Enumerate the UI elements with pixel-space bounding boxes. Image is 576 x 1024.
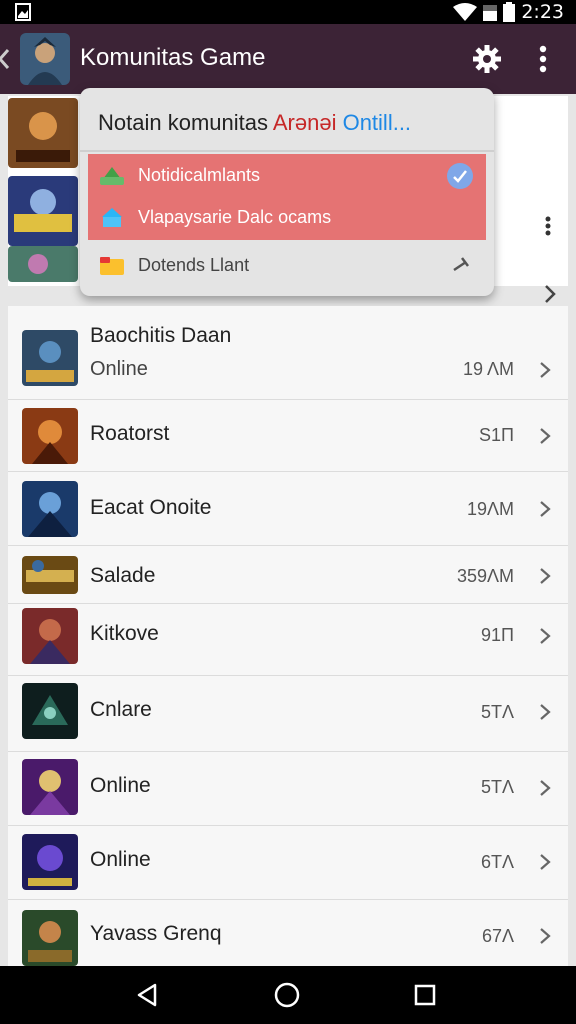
list-item[interactable]: Online 5TΛ	[8, 752, 568, 826]
game-meta: 359ΛM	[456, 566, 514, 586]
game-thumbnail	[22, 330, 78, 386]
popup-title-text: Notain komunitas	[98, 110, 273, 135]
app-logo	[20, 33, 70, 85]
chevron-right-icon	[540, 854, 551, 870]
list-item[interactable]: Baochitis Daan Online 19 ΛM	[8, 306, 568, 400]
gallery-notification-icon	[15, 3, 31, 21]
game-thumbnail	[22, 608, 78, 664]
game-thumbnail	[22, 910, 78, 966]
more-vertical-icon	[539, 45, 547, 73]
game-thumbnail	[22, 834, 78, 890]
chevron-right-icon	[540, 501, 551, 517]
community-notification-popup: Notain komunitas Arənəi Ontill... Notidi…	[80, 88, 494, 296]
app-title: Komunitas Game	[80, 44, 266, 71]
game-meta: 6TΛ	[480, 852, 514, 872]
signal-icon	[483, 5, 498, 21]
game-title: Salade	[90, 564, 156, 587]
list-item[interactable]: Roatorst S1Π	[8, 400, 568, 472]
system-nav-bar	[0, 966, 576, 1024]
check-badge-icon	[447, 163, 473, 189]
game-title: Roatorst	[90, 422, 170, 445]
green-bell-icon	[100, 167, 124, 185]
game-thumbnail	[22, 556, 78, 594]
chevron-right-icon	[540, 780, 551, 796]
back-chevron-icon[interactable]	[0, 48, 10, 70]
game-title: Cnlare	[90, 698, 152, 721]
status-time: 2:23	[521, 1, 564, 23]
overflow-menu-button[interactable]	[526, 42, 560, 76]
chevron-right-icon	[540, 704, 551, 720]
pin-icon	[453, 257, 469, 272]
game-list: Baochitis Daan Online 19 ΛM Roatorst S1Π…	[8, 306, 568, 966]
gear-icon	[473, 45, 501, 73]
game-title: Baochitis Daan	[90, 324, 232, 347]
popup-title-highlight-blue: Ontill...	[336, 110, 412, 135]
game-thumbnail	[22, 683, 78, 739]
chevron-right-icon	[540, 628, 551, 644]
game-thumbnail	[22, 481, 78, 537]
chevron-right-icon[interactable]	[540, 282, 560, 306]
popup-title: Notain komunitas Arənəi Ontill...	[98, 110, 411, 136]
recents-square-icon	[414, 984, 436, 1006]
game-status: Online	[90, 358, 148, 380]
wifi-icon	[453, 3, 478, 21]
game-meta: 19ΛM	[466, 499, 514, 519]
home-circle-icon	[274, 982, 300, 1008]
chevron-right-icon	[540, 568, 551, 584]
game-meta: S1Π	[478, 425, 514, 445]
app-bar: Komunitas Game	[0, 24, 576, 94]
game-title: Online	[90, 848, 151, 871]
game-thumbnail	[22, 759, 78, 815]
game-meta: 19 ΛM	[462, 359, 514, 379]
nav-home-button[interactable]	[272, 980, 302, 1010]
list-item[interactable]: Cnlare 5TΛ	[8, 676, 568, 752]
list-item[interactable]: Salade 359ΛM	[8, 546, 568, 604]
game-title: Eacat Onoite	[90, 496, 212, 519]
list-item[interactable]: Kitkove 91Π	[8, 604, 568, 676]
popup-divider	[80, 150, 494, 152]
game-title: Online	[90, 774, 151, 797]
game-meta: 91Π	[480, 625, 514, 645]
game-title: Kitkove	[90, 622, 159, 645]
game-thumbnail	[8, 246, 78, 282]
game-thumbnail	[8, 98, 78, 168]
game-meta: 5TΛ	[480, 702, 514, 722]
blue-house-icon	[102, 208, 122, 227]
game-meta: 67Λ	[481, 926, 514, 946]
folder-icon	[100, 257, 124, 275]
more-vertical-icon	[545, 216, 551, 236]
popup-item-label: Vlapaysarie Dalc ocams	[138, 206, 332, 227]
popup-item-notifications[interactable]: Notidicalmlants	[88, 154, 486, 196]
game-meta: 5TΛ	[480, 777, 514, 797]
list-item[interactable]: Eacat Onoite 19ΛM	[8, 472, 568, 546]
chevron-right-icon	[540, 928, 551, 944]
game-thumbnail	[8, 176, 78, 246]
card-more-button[interactable]	[538, 216, 558, 236]
status-bar: 2:23	[0, 0, 576, 24]
chevron-right-icon	[540, 362, 551, 378]
popup-item-events[interactable]: Vlapaysarie Dalc ocams	[88, 196, 486, 238]
game-title: Yavass Grenq	[90, 922, 222, 945]
back-triangle-icon	[137, 983, 157, 1007]
list-item[interactable]: Yavass Grenq 67Λ	[8, 900, 568, 966]
battery-icon	[503, 2, 516, 22]
nav-back-button[interactable]	[132, 980, 162, 1010]
popup-title-highlight-red: Arənəi	[272, 110, 337, 135]
nav-recents-button[interactable]	[410, 980, 440, 1010]
settings-button[interactable]	[470, 42, 504, 76]
game-thumbnail	[22, 408, 78, 464]
popup-item-label: Notidicalmlants	[138, 164, 261, 185]
popup-item-downloads[interactable]: Dotends Llant	[88, 244, 486, 286]
chevron-right-icon	[540, 428, 551, 444]
popup-item-label: Dotends Llant	[138, 254, 250, 275]
list-item[interactable]: Online 6TΛ	[8, 826, 568, 900]
